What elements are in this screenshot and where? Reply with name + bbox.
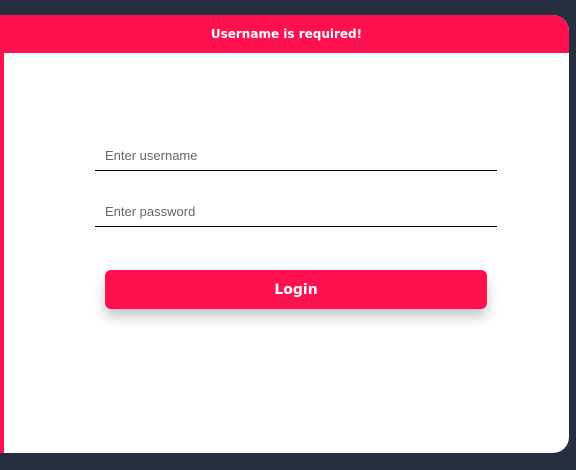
error-message: Username is required! xyxy=(210,27,363,41)
error-banner: Username is required! xyxy=(4,15,569,53)
login-card: Username is required! Login xyxy=(0,15,569,453)
password-input[interactable] xyxy=(95,197,497,227)
login-button[interactable]: Login xyxy=(105,270,487,309)
username-input[interactable] xyxy=(95,141,497,171)
